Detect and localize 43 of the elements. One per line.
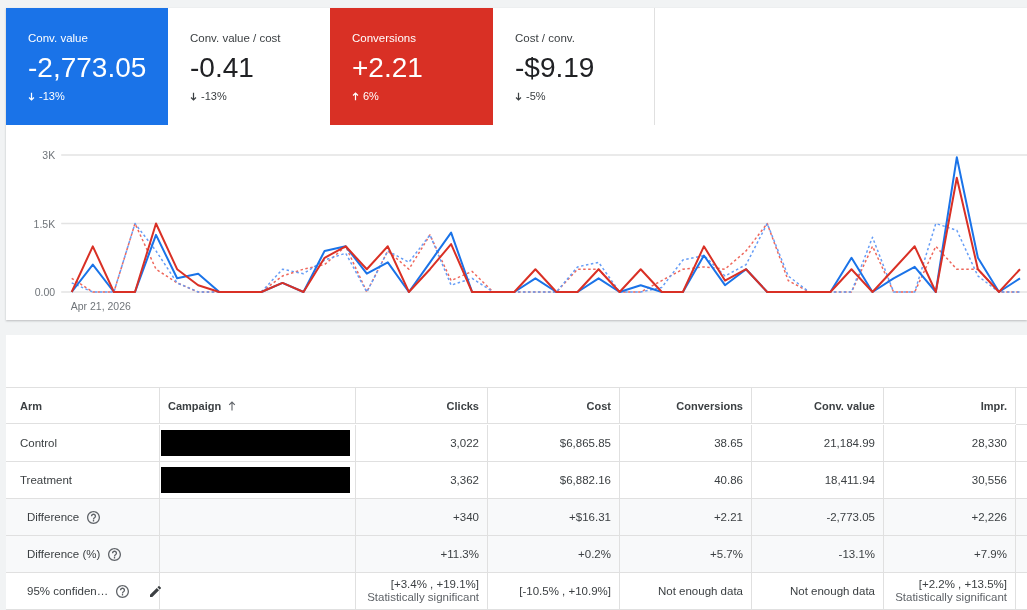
- change-percent: 6%: [363, 89, 379, 103]
- metric-value: -0.41: [190, 52, 254, 84]
- column-header[interactable]: Cost: [488, 388, 620, 424]
- row-label: Difference (%): [27, 548, 101, 560]
- column-header[interactable]: Clicks: [356, 388, 488, 424]
- table-cell: Not enough data: [620, 573, 752, 610]
- change-percent: -13%: [39, 89, 65, 103]
- metric-card[interactable]: Conversions +2.21 6%: [330, 8, 493, 125]
- y-axis-label: 0.00: [34, 286, 56, 298]
- change-percent: -5%: [526, 89, 546, 103]
- pencil-icon[interactable]: [150, 585, 162, 597]
- interval-text: [+2.2% , +13.5%]: [918, 578, 1007, 591]
- metric-card[interactable]: Cost / conv. -$9.19 -5%: [493, 8, 655, 125]
- change-percent: -13%: [201, 89, 227, 103]
- date-label: Apr 21, 2026: [70, 300, 131, 312]
- column-header[interactable]: Conversions: [620, 388, 752, 424]
- significance-note: Statistically significant: [895, 591, 1007, 604]
- help-icon[interactable]: [116, 584, 130, 598]
- row-label: Treatment: [20, 474, 72, 486]
- column-header[interactable]: Conv. value: [752, 388, 884, 424]
- metric-value: -$9.19: [515, 52, 595, 84]
- sort-arrow-up-icon[interactable]: [228, 400, 237, 411]
- metric-card[interactable]: Conv. value -2,773.05 -13%: [6, 8, 168, 125]
- metric-title: Cost / conv.: [515, 31, 575, 45]
- column-header[interactable]: Impr.: [884, 388, 1016, 424]
- y-axis-label: 3K: [42, 149, 56, 161]
- help-icon[interactable]: [87, 510, 101, 524]
- y-axis-label: 1.5K: [33, 217, 56, 230]
- row-label: Difference: [27, 511, 80, 523]
- metric-title: Conv. value: [28, 31, 88, 45]
- row-label: Control: [20, 437, 58, 449]
- significance-note: Statistically significant: [367, 591, 479, 604]
- metric-title: Conversions: [352, 31, 416, 45]
- metric-value: +2.21: [352, 52, 423, 84]
- column-header[interactable]: Arm: [6, 388, 160, 424]
- table-cell: Not enough data: [752, 573, 884, 610]
- metric-title: Conv. value / cost: [190, 31, 281, 45]
- row-label: 95% confiden…: [27, 585, 109, 597]
- table-cell: [-10.5% , +10.9%]: [488, 573, 620, 610]
- help-icon[interactable]: [108, 547, 122, 561]
- metric-value: -2,773.05: [28, 52, 147, 84]
- interval-text: [+3.4% , +19.1%]: [390, 578, 479, 591]
- column-header[interactable]: Campaign: [160, 388, 356, 424]
